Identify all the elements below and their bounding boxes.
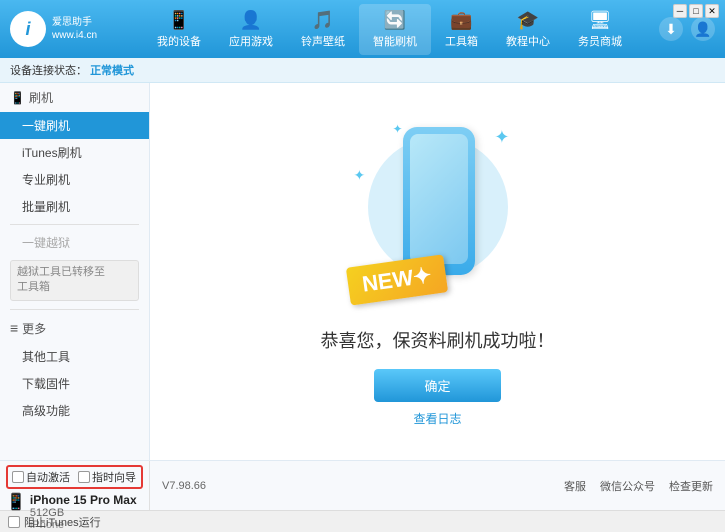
phone-body: [403, 127, 475, 275]
top-nav-bar: i 爱思助手 www.i4.cn 📱 我的设备 👤 应用游戏 🎵 铃声壁纸 🔄 …: [0, 0, 725, 58]
flash-section-icon: 📱: [10, 91, 25, 105]
auto-activate-row: 自动激活: [12, 469, 70, 485]
service-icon: 🖥: [589, 10, 612, 31]
auto-activate-checkbox[interactable]: [12, 471, 24, 483]
sidebar-pro-flash[interactable]: 专业刷机: [0, 166, 149, 193]
nav-smart-flash[interactable]: 🔄 智能刷机: [359, 4, 431, 55]
content-area: ✦ ✦ ✦ NEW✦ 恭喜您，保资料刷机成功啦！ 确定 查看日志: [150, 83, 725, 460]
sidebar-batch-flash[interactable]: 批量刷机: [0, 193, 149, 220]
sidebar-jailbreak-disabled: 一键越狱: [0, 229, 149, 256]
flash-icon: 🔄: [384, 10, 406, 31]
checkbox-container: 自动激活 指时向导: [6, 465, 143, 489]
logo-icon: i: [10, 11, 46, 47]
nav-ringtone[interactable]: 🎵 铃声壁纸: [287, 4, 359, 55]
logo: i 爱思助手 www.i4.cn: [10, 11, 120, 47]
sidebar-jailbreak-note: 越狱工具已转移至 工具箱: [10, 260, 139, 301]
apps-icon: 👤: [240, 10, 262, 31]
tutorial-icon: 🎓: [517, 10, 539, 31]
main-layout: 📱 刷机 一键刷机 iTunes刷机 专业刷机 批量刷机 一键越狱 越狱工具已转…: [0, 83, 725, 460]
sparkle-1: ✦: [494, 127, 509, 148]
device-footer: 自动激活 指时向导 📱 iPhone 15 Pro Max 512GB iPho…: [0, 460, 725, 510]
confirm-button[interactable]: 确定: [374, 369, 500, 402]
nav-tutorial[interactable]: 🎓 教程中心: [492, 4, 564, 55]
timed-guide-row: 指时向导: [78, 469, 136, 485]
nav-my-device[interactable]: 📱 我的设备: [143, 4, 215, 55]
account-button[interactable]: 👤: [691, 17, 715, 41]
sidebar-advanced[interactable]: 高级功能: [0, 397, 149, 424]
close-button[interactable]: ✕: [705, 4, 719, 18]
sidebar-flash-header[interactable]: 📱 刷机: [0, 83, 149, 112]
toolbox-icon: 💼: [450, 10, 472, 31]
wechat-link[interactable]: 微信公众号: [600, 478, 655, 494]
version-text: V7.98.66: [162, 480, 206, 492]
sidebar-itunes-flash[interactable]: iTunes刷机: [0, 139, 149, 166]
itunes-label: 阻止iTunes运行: [24, 514, 101, 530]
device-name: iPhone 15 Pro Max: [30, 493, 137, 507]
sidebar-one-key-flash[interactable]: 一键刷机: [0, 112, 149, 139]
sparkle-2: ✦: [354, 167, 366, 184]
sidebar-other-tools[interactable]: 其他工具: [0, 343, 149, 370]
bottom-links: 客服 微信公众号 检查更新: [564, 478, 713, 494]
phone-screen: [410, 134, 468, 264]
timed-guide-checkbox[interactable]: [78, 471, 90, 483]
device-sidebar: 自动激活 指时向导 📱 iPhone 15 Pro Max 512GB iPho…: [0, 461, 150, 510]
download-button[interactable]: ⬇: [659, 17, 683, 41]
sidebar-divider1: [10, 224, 139, 225]
log-link[interactable]: 查看日志: [413, 410, 461, 427]
phone-device-icon: 📱: [6, 492, 26, 512]
success-message: 恭喜您，保资料刷机成功啦！: [321, 327, 555, 353]
nav-bar: 📱 我的设备 👤 应用游戏 🎵 铃声壁纸 🔄 智能刷机 💼 工具箱 🎓: [120, 4, 659, 55]
sparkle-3: ✦: [393, 122, 403, 136]
sidebar-download-fw[interactable]: 下载固件: [0, 370, 149, 397]
check-update-link[interactable]: 检查更新: [669, 478, 713, 494]
phone-screen-bg: [410, 134, 468, 264]
sidebar-more-header[interactable]: ≡ 更多: [0, 314, 149, 343]
new-badge: NEW✦: [345, 254, 447, 305]
logo-text: 爱思助手 www.i4.cn: [52, 16, 97, 42]
maximize-button[interactable]: □: [689, 4, 703, 18]
minimize-button[interactable]: ─: [673, 4, 687, 18]
customer-service-link[interactable]: 客服: [564, 478, 586, 494]
ringtone-icon: 🎵: [312, 10, 334, 31]
itunes-checkbox[interactable]: [8, 516, 20, 528]
nav-toolbox[interactable]: 💼 工具箱: [431, 4, 492, 55]
sidebar-divider2: [10, 309, 139, 310]
nav-service[interactable]: 🖥 务员商城: [564, 4, 636, 55]
phone-illustration: ✦ ✦ ✦ NEW✦: [338, 117, 538, 317]
sidebar: 📱 刷机 一键刷机 iTunes刷机 专业刷机 批量刷机 一键越狱 越狱工具已转…: [0, 83, 150, 460]
device-icon: 📱: [168, 10, 190, 31]
nav-apps-games[interactable]: 👤 应用游戏: [215, 4, 287, 55]
top-right-controls: ⬇ 👤: [659, 17, 715, 41]
bottom-status-bar: V7.98.66 客服 微信公众号 检查更新: [150, 461, 725, 510]
status-bar: 设备连接状态： 正常模式: [0, 58, 725, 83]
